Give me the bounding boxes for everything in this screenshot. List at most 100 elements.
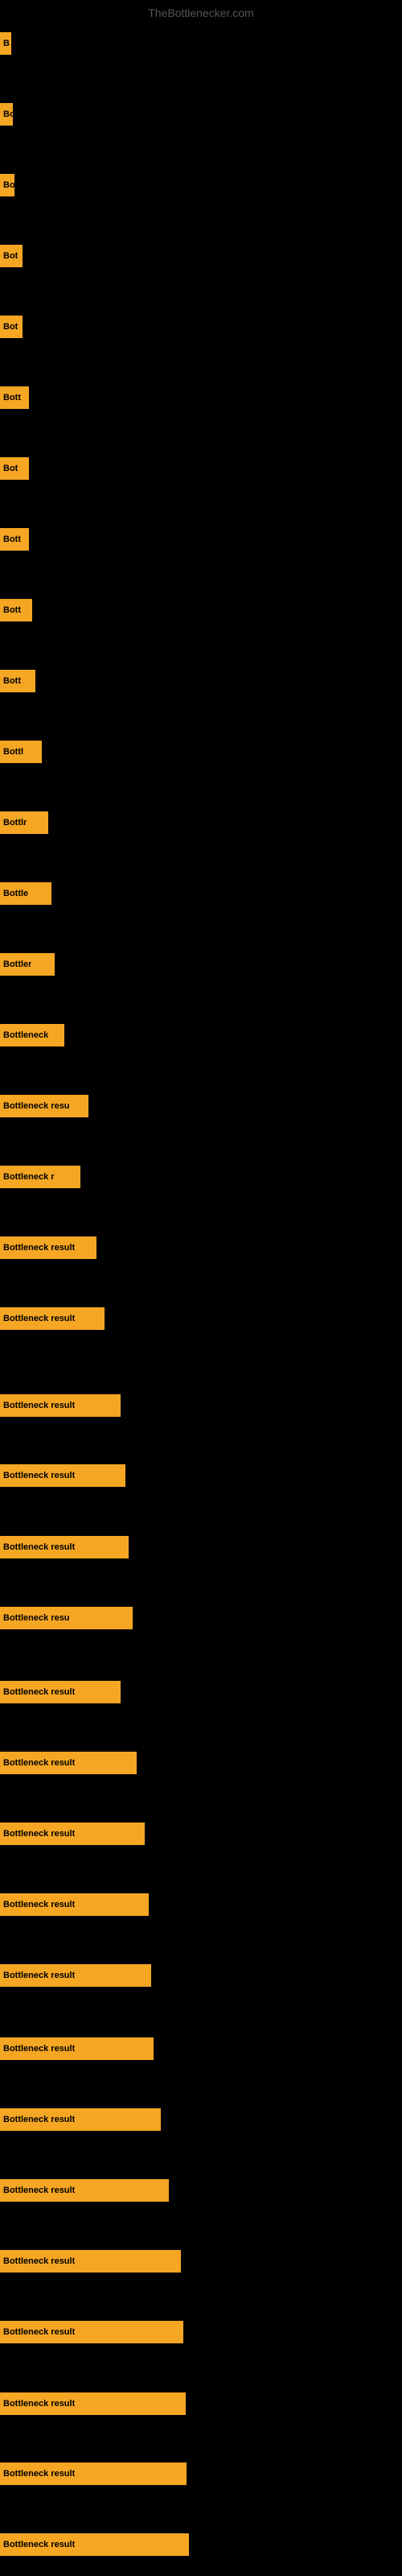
bar-item-4: Bot (0, 316, 23, 338)
bar-17: Bottleneck result (0, 1236, 96, 1259)
bar-label-12: Bottle (3, 889, 28, 898)
bar-30: Bottleneck result (0, 2179, 169, 2202)
bar-label-9: Bott (3, 676, 21, 686)
bar-item-13: Bottler (0, 953, 55, 976)
bar-label-33: Bottleneck result (3, 2399, 75, 2409)
bar-label-31: Bottleneck result (3, 2256, 75, 2266)
bar-0: B (0, 32, 11, 55)
bar-label-35: Bottleneck result (3, 2540, 75, 2549)
bar-item-14: Bottleneck (0, 1024, 64, 1046)
bar-23: Bottleneck result (0, 1681, 121, 1703)
bar-label-18: Bottleneck result (3, 1314, 75, 1323)
bar-item-8: Bott (0, 599, 32, 621)
bar-33: Bottleneck result (0, 2392, 186, 2415)
bar-25: Bottleneck result (0, 1823, 145, 1845)
bar-label-28: Bottleneck result (3, 2044, 75, 2054)
bar-32: Bottleneck result (0, 2321, 183, 2343)
bar-label-17: Bottleneck result (3, 1243, 75, 1253)
bar-label-8: Bott (3, 605, 21, 615)
bar-label-11: Bottlr (3, 818, 27, 828)
bar-item-23: Bottleneck result (0, 1681, 121, 1703)
bar-16: Bottleneck r (0, 1166, 80, 1188)
bar-item-0: B (0, 32, 11, 55)
bar-label-13: Bottler (3, 960, 31, 969)
bar-28: Bottleneck result (0, 2037, 154, 2060)
bar-item-11: Bottlr (0, 811, 48, 834)
bar-7: Bott (0, 528, 29, 551)
bar-label-1: Bo (3, 109, 13, 119)
bar-label-32: Bottleneck result (3, 2327, 75, 2337)
bar-item-10: Bottl (0, 741, 42, 763)
bar-13: Bottler (0, 953, 55, 976)
bar-label-30: Bottleneck result (3, 2186, 75, 2195)
bar-label-27: Bottleneck result (3, 1971, 75, 1980)
bar-21: Bottleneck result (0, 1536, 129, 1558)
bar-label-23: Bottleneck result (3, 1687, 75, 1697)
bar-18: Bottleneck result (0, 1307, 105, 1330)
bar-31: Bottleneck result (0, 2250, 181, 2273)
bar-item-6: Bot (0, 457, 29, 480)
bar-34: Bottleneck result (0, 2462, 187, 2485)
bar-item-3: Bot (0, 245, 23, 267)
bar-label-26: Bottleneck result (3, 1900, 75, 1909)
bar-12: Bottle (0, 882, 51, 905)
bar-8: Bott (0, 599, 32, 621)
bar-label-10: Bottl (3, 747, 23, 757)
bar-20: Bottleneck result (0, 1464, 125, 1487)
bar-item-1: Bo (0, 103, 13, 126)
bar-item-21: Bottleneck result (0, 1536, 129, 1558)
bar-35: Bottleneck result (0, 2533, 189, 2556)
bar-label-21: Bottleneck result (3, 1542, 75, 1552)
bar-item-12: Bottle (0, 882, 51, 905)
bar-26: Bottleneck result (0, 1893, 149, 1916)
bar-label-19: Bottleneck result (3, 1401, 75, 1410)
bar-item-26: Bottleneck result (0, 1893, 149, 1916)
bar-item-2: Bo (0, 174, 14, 196)
bar-item-20: Bottleneck result (0, 1464, 125, 1487)
bar-11: Bottlr (0, 811, 48, 834)
bar-label-34: Bottleneck result (3, 2469, 75, 2479)
bar-item-16: Bottleneck r (0, 1166, 80, 1188)
bar-item-28: Bottleneck result (0, 2037, 154, 2060)
bar-item-5: Bott (0, 386, 29, 409)
bar-9: Bott (0, 670, 35, 692)
bar-1: Bo (0, 103, 13, 126)
bar-item-29: Bottleneck result (0, 2108, 161, 2131)
bar-label-3: Bot (3, 251, 18, 261)
bar-item-17: Bottleneck result (0, 1236, 96, 1259)
bar-item-15: Bottleneck resu (0, 1095, 88, 1117)
bar-4: Bot (0, 316, 23, 338)
bar-label-0: B (3, 39, 10, 48)
bar-item-31: Bottleneck result (0, 2250, 181, 2273)
site-title: TheBottlenecker.com (148, 6, 254, 19)
bar-label-2: Bo (3, 180, 14, 190)
bar-6: Bot (0, 457, 29, 480)
bar-item-27: Bottleneck result (0, 1964, 151, 1987)
bar-3: Bot (0, 245, 23, 267)
bar-item-18: Bottleneck result (0, 1307, 105, 1330)
bar-5: Bott (0, 386, 29, 409)
bar-item-19: Bottleneck result (0, 1394, 121, 1417)
bar-27: Bottleneck result (0, 1964, 151, 1987)
bar-item-7: Bott (0, 528, 29, 551)
bar-19: Bottleneck result (0, 1394, 121, 1417)
bar-label-5: Bott (3, 393, 21, 402)
bar-item-35: Bottleneck result (0, 2533, 189, 2556)
bar-item-33: Bottleneck result (0, 2392, 186, 2415)
bar-24: Bottleneck result (0, 1752, 137, 1774)
bar-label-25: Bottleneck result (3, 1829, 75, 1839)
bar-label-7: Bott (3, 535, 21, 544)
bar-label-14: Bottleneck (3, 1030, 48, 1040)
bar-item-30: Bottleneck result (0, 2179, 169, 2202)
bar-10: Bottl (0, 741, 42, 763)
bar-item-32: Bottleneck result (0, 2321, 183, 2343)
bar-label-20: Bottleneck result (3, 1471, 75, 1480)
bar-item-24: Bottleneck result (0, 1752, 137, 1774)
bar-label-6: Bot (3, 464, 18, 473)
bar-label-4: Bot (3, 322, 18, 332)
bar-14: Bottleneck (0, 1024, 64, 1046)
bar-item-9: Bott (0, 670, 35, 692)
bar-label-29: Bottleneck result (3, 2115, 75, 2124)
bar-15: Bottleneck resu (0, 1095, 88, 1117)
bar-label-15: Bottleneck resu (3, 1101, 70, 1111)
